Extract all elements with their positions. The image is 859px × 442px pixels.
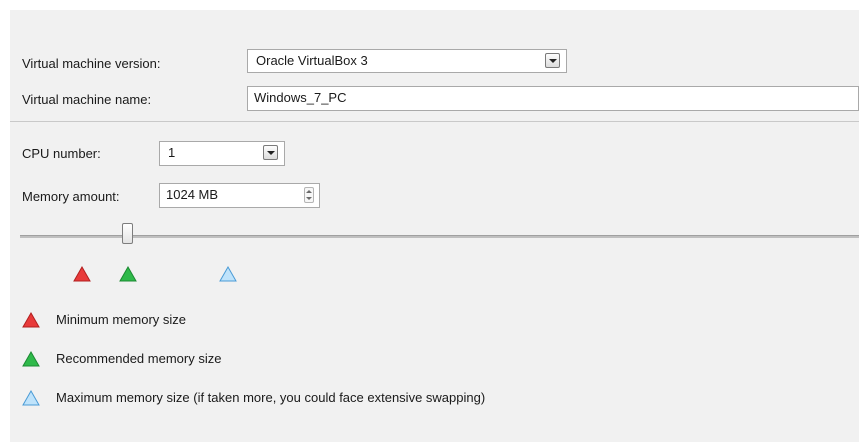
settings-panel: Virtual machine version: Oracle VirtualB… (10, 10, 859, 442)
vm-version-select[interactable]: Oracle VirtualBox 3 (247, 49, 567, 73)
vm-name-label: Virtual machine name: (22, 92, 152, 107)
green-triangle-icon (119, 266, 137, 282)
memory-label: Memory amount: (22, 189, 120, 204)
legend-recommended-label: Recommended memory size (56, 351, 222, 366)
memory-amount-value: 1024 MB (166, 187, 219, 202)
chevron-down-icon[interactable] (545, 53, 560, 68)
legend-min-label: Minimum memory size (56, 312, 187, 327)
vm-version-label: Virtual machine version: (22, 56, 161, 71)
memory-slider-track[interactable] (20, 235, 859, 238)
separator (10, 121, 859, 122)
memory-amount-input[interactable]: 1024 MB (159, 183, 320, 208)
red-triangle-icon (73, 266, 91, 282)
red-triangle-icon (22, 312, 40, 328)
chevron-down-icon[interactable] (263, 145, 278, 160)
blue-triangle-icon (219, 266, 237, 282)
legend-max-label: Maximum memory size (if taken more, you … (56, 390, 486, 405)
vm-name-input[interactable]: Windows_7_PC (247, 86, 859, 111)
vm-version-value: Oracle VirtualBox 3 (256, 53, 368, 68)
blue-triangle-icon (22, 390, 40, 406)
cpu-label: CPU number: (22, 146, 101, 161)
cpu-number-select[interactable]: 1 (159, 141, 285, 166)
green-triangle-icon (22, 351, 40, 367)
spinner-icon[interactable] (304, 187, 314, 203)
vm-name-value: Windows_7_PC (254, 90, 347, 105)
cpu-number-value: 1 (168, 145, 176, 160)
memory-slider-thumb[interactable] (122, 223, 133, 244)
